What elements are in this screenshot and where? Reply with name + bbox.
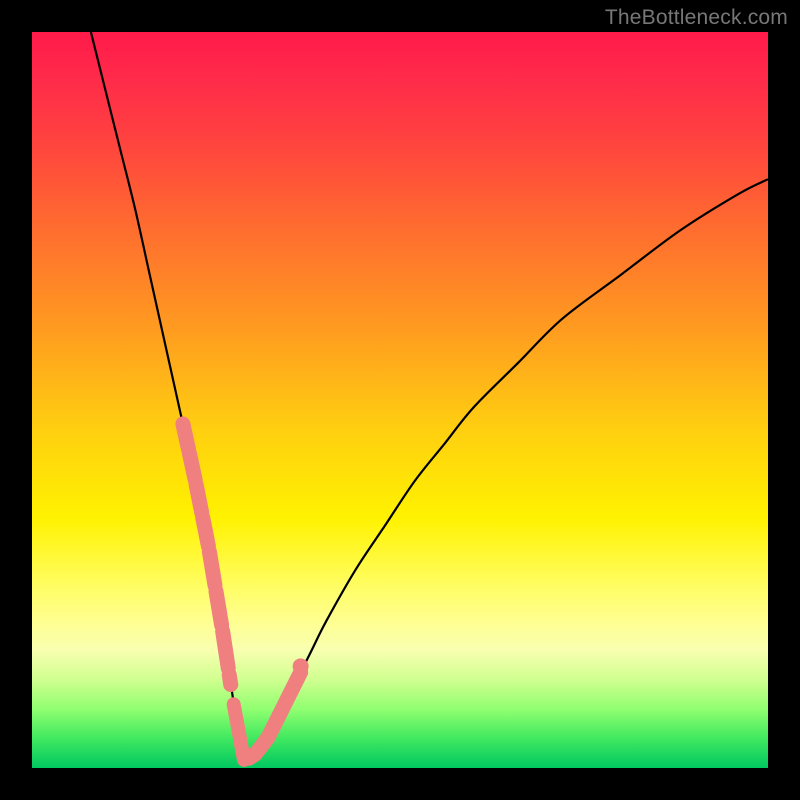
highlight-segment	[229, 675, 230, 685]
highlight-segment	[183, 424, 189, 449]
curve-svg	[32, 32, 768, 768]
highlight-segment	[216, 591, 222, 625]
highlight-segment	[295, 672, 300, 682]
highlight-segment	[203, 518, 209, 546]
highlight-segment	[196, 485, 202, 513]
bottleneck-curve	[91, 32, 768, 761]
watermark-text: TheBottleneck.com	[605, 6, 788, 30]
highlight-segment	[190, 454, 196, 480]
highlight-segment	[209, 552, 215, 586]
plot-area	[32, 32, 768, 768]
chart-frame: TheBottleneck.com	[0, 0, 800, 800]
highlight-valley	[234, 704, 244, 760]
highlight-segment	[223, 631, 229, 668]
